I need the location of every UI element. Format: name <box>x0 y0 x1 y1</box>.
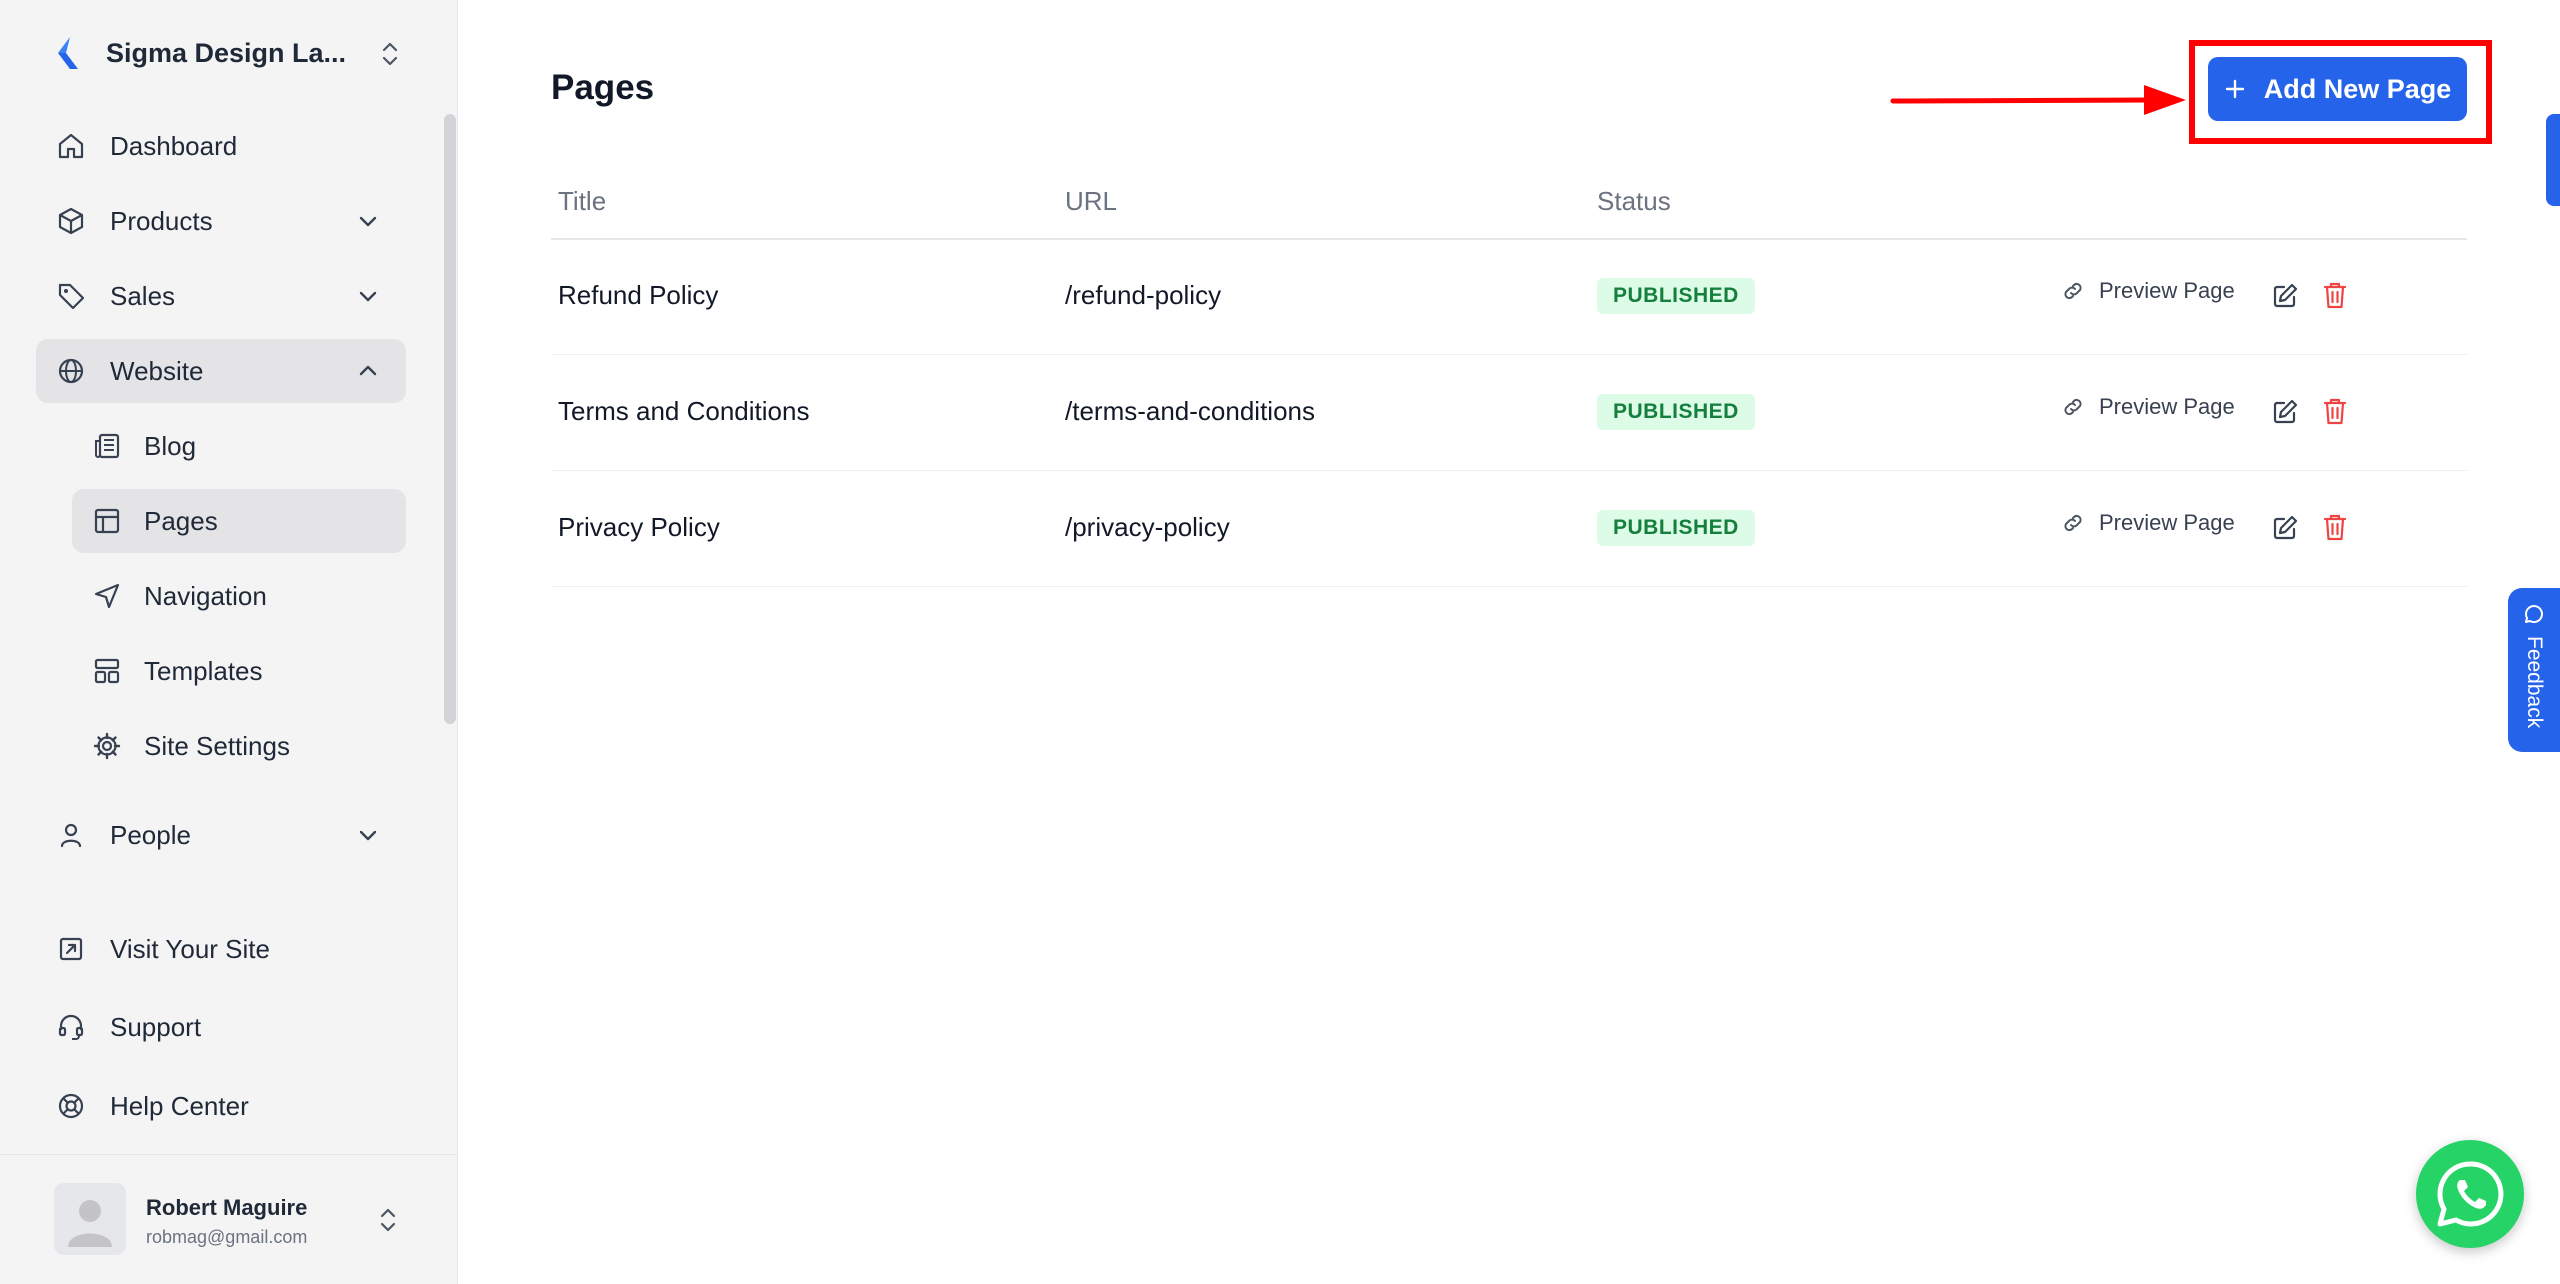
preview-page-link[interactable]: Preview Page <box>2061 394 2235 420</box>
preview-page-label: Preview Page <box>2099 278 2235 303</box>
chevron-up-down-icon <box>380 1208 396 1232</box>
newspaper-icon <box>95 433 120 459</box>
tag-icon <box>58 283 85 310</box>
sidebar-item-label: Products <box>110 205 213 236</box>
globe-icon <box>58 358 84 384</box>
table-header: Title URL Status <box>551 180 2467 240</box>
sidebar-item-people[interactable]: People <box>36 803 406 867</box>
sidebar-subitem-label: Blog <box>144 430 197 461</box>
preview-page-link[interactable]: Preview Page <box>2061 278 2235 304</box>
table-row: Terms and Conditions /terms-and-conditio… <box>551 354 2467 471</box>
sidebar-subitem-site-settings[interactable]: Site Settings <box>72 714 406 778</box>
preview-page-link[interactable]: Preview Page <box>2061 510 2235 536</box>
preview-page-label: Preview Page <box>2099 394 2235 419</box>
sidebar-subitem-blog[interactable]: Blog <box>72 414 406 478</box>
help-center-link[interactable]: Help Center <box>36 1074 406 1138</box>
support-link[interactable]: Support <box>36 995 406 1059</box>
preview-page-label: Preview Page <box>2099 510 2235 535</box>
sidebar-item-label: Sales <box>110 280 176 311</box>
headset-icon <box>58 1014 84 1040</box>
trash-icon[interactable] <box>2322 280 2348 310</box>
home-icon <box>58 133 84 159</box>
chevron-up-icon <box>359 365 377 376</box>
whatsapp-chat-button[interactable] <box>2416 1140 2524 1248</box>
page-url-cell: /privacy-policy <box>1065 512 1230 542</box>
whatsapp-icon <box>2437 1161 2504 1227</box>
page-title-cell: Privacy Policy <box>558 512 720 542</box>
help-center-label: Help Center <box>110 1090 249 1121</box>
status-badge: PUBLISHED <box>1597 278 1755 314</box>
trash-icon[interactable] <box>2322 512 2348 542</box>
avatar <box>54 1183 126 1255</box>
page-url-cell: /terms-and-conditions <box>1065 396 1315 426</box>
layout-icon <box>94 508 120 534</box>
sidebar-item-website[interactable]: Website <box>36 339 406 403</box>
gear-icon <box>93 732 121 760</box>
sidebar-item-label: People <box>110 819 191 850</box>
sidebar-item-sales[interactable]: Sales <box>36 264 406 328</box>
edit-icon[interactable] <box>2271 398 2299 426</box>
page-url-cell: /refund-policy <box>1065 280 1222 310</box>
link-icon <box>2064 282 2082 300</box>
chevron-down-icon <box>359 830 377 841</box>
side-panel-tab[interactable] <box>2546 114 2560 206</box>
chat-bubble-icon <box>2525 605 2543 624</box>
table-row: Privacy Policy /privacy-policy PUBLISHED… <box>551 470 2467 587</box>
support-label: Support <box>110 1011 202 1042</box>
sidebar-subitem-label: Pages <box>144 505 218 536</box>
visit-site-label: Visit Your Site <box>110 933 270 964</box>
user-icon <box>60 823 82 848</box>
sidebar-subitem-label: Templates <box>144 655 263 686</box>
column-header-status: Status <box>1597 186 1671 216</box>
navigation-arrow-icon <box>94 583 120 609</box>
sidebar-item-products[interactable]: Products <box>36 189 406 253</box>
external-link-icon <box>59 937 83 961</box>
sidebar-scrollbar-thumb[interactable] <box>444 114 456 724</box>
sidebar-subitem-pages[interactable]: Pages <box>72 489 406 553</box>
edit-icon[interactable] <box>2271 514 2299 542</box>
workspace-switcher[interactable]: Sigma Design La... <box>52 28 402 78</box>
lifebuoy-icon <box>58 1093 84 1119</box>
chevron-down-icon <box>359 291 377 302</box>
feedback-button[interactable]: Feedback <box>2508 588 2560 752</box>
default-avatar-icon <box>68 1200 112 1247</box>
page-title-cell: Refund Policy <box>558 280 719 310</box>
user-email: robmag@gmail.com <box>146 1227 308 1247</box>
feedback-label: Feedback <box>2523 636 2546 729</box>
table-row: Refund Policy /refund-policy PUBLISHED P… <box>551 238 2467 355</box>
user-name: Robert Maguire <box>146 1195 308 1220</box>
sidebar-item-label: Website <box>110 355 204 386</box>
column-header-title: Title <box>558 186 607 216</box>
sidebar-subitem-label: Site Settings <box>144 730 290 761</box>
annotation-arrow <box>1890 85 2186 115</box>
template-grid-icon <box>94 658 120 684</box>
chevron-up-down-icon <box>382 42 398 66</box>
status-badge: PUBLISHED <box>1597 394 1755 430</box>
sidebar-item-dashboard[interactable]: Dashboard <box>36 114 406 178</box>
edit-icon[interactable] <box>2271 282 2299 310</box>
brand-logo-icon <box>58 37 78 69</box>
sidebar-subitem-navigation[interactable]: Navigation <box>72 564 406 628</box>
status-badge: PUBLISHED <box>1597 510 1755 546</box>
annotation-highlight-box <box>2189 40 2492 144</box>
workspace-name: Sigma Design La... <box>106 37 347 68</box>
page-title: Pages <box>551 68 655 107</box>
sidebar-item-label: Dashboard <box>110 130 238 161</box>
column-header-url: URL <box>1065 186 1118 216</box>
link-icon <box>2064 398 2082 416</box>
trash-icon[interactable] <box>2322 396 2348 426</box>
sidebar: Sigma Design La... Dashboard Products Sa… <box>0 0 458 1284</box>
box-icon <box>58 207 84 235</box>
visit-site-link[interactable]: Visit Your Site <box>36 917 406 981</box>
link-icon <box>2064 514 2082 532</box>
page-title-cell: Terms and Conditions <box>558 396 810 426</box>
chevron-down-icon <box>359 216 377 227</box>
sidebar-subitem-label: Navigation <box>144 580 267 611</box>
user-account-switcher[interactable]: Robert Maguire robmag@gmail.com <box>0 1154 458 1284</box>
sidebar-subitem-templates[interactable]: Templates <box>72 639 406 703</box>
